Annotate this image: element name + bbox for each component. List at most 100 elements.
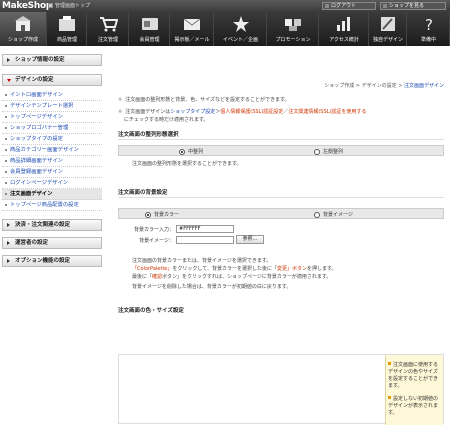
sidebar-item-4[interactable]: ショップロゴバナー管理 (2, 123, 102, 134)
nav-item-6[interactable]: イベント／企画 (215, 12, 267, 46)
color-size-side-note: 注文画面に使用するデザインの色やサイズを設定することができます。 設定しない初期… (385, 355, 443, 425)
layout-section-title: 注文画面の整列形態選択 (118, 130, 444, 140)
color-size-section-title: 注文画面の色・サイズ設定 (118, 308, 184, 314)
sidebar-item-1[interactable]: イントロ画面デザイン (2, 90, 102, 101)
nav-item-label: 掲示板／メール (174, 37, 210, 43)
nav-item-label: プロモーション (275, 37, 311, 43)
layout-desc: 注文画面の整列形態を選択することができます。 (132, 161, 242, 167)
sidebar-item-9[interactable]: ログインページデザイン (2, 178, 102, 189)
board-mail-icon (182, 15, 202, 33)
sidebar-item-7[interactable]: 商品詳細画面デザイン (2, 156, 102, 167)
breadcrumb-design[interactable]: デザインの設定 (362, 83, 397, 89)
sidebar-section-3[interactable]: 決済・注文関連の設定 (2, 219, 102, 231)
stats-icon (334, 15, 354, 33)
note-2: ※ 注文画面デザインはショップタイプ設定＞個人情報保護(SSL)認証設定／注文関連… (118, 109, 367, 115)
radio-selected-icon (145, 211, 151, 218)
nav-item-label: イベント／企画 (222, 37, 258, 43)
ssl-personal-link[interactable]: 個人情報保護(SSL)認証設定 (220, 109, 283, 115)
sidebar-section-label: 決済・注文関連の設定 (15, 222, 71, 228)
radio-icon (314, 211, 320, 218)
nav-item-8[interactable]: アクセス統計 (320, 12, 369, 46)
bg-color-input[interactable]: #FFFFFF (176, 225, 234, 233)
sidebar-section-1[interactable]: ショップ情報の設定 (2, 54, 102, 66)
bg-desc-2: 「ColorPalette」をクリックして、背景カラーを選択した後に「変更」ボタ… (132, 266, 337, 272)
nav-item-label: 独自デザイン (372, 37, 403, 43)
browse-button[interactable]: 参照... (236, 235, 264, 244)
nav-item-label: アクセス統計 (329, 37, 359, 43)
bg-image-label: 背景イメージ： (139, 238, 174, 244)
chevron-down-icon (7, 79, 11, 82)
sidebar-section-2[interactable]: デザインの設定 (2, 74, 102, 86)
sidebar-item-11[interactable]: トップページ商品配置の設定 (2, 200, 102, 211)
chevron-right-icon (7, 58, 10, 62)
promotion-icon (283, 15, 303, 33)
sidebar-section-5[interactable]: オプション機能の設定 (2, 255, 102, 267)
confirm-link[interactable]: 確認 (152, 274, 162, 280)
color-palette-link[interactable]: 「ColorPalette」 (132, 266, 172, 272)
bg-radio-row: 背景カラー 背景イメージ (118, 208, 444, 219)
shop-icon (383, 4, 387, 8)
bg-image-input[interactable] (176, 236, 234, 244)
makeshop-logo[interactable]: MakeShop (2, 0, 52, 12)
note-1: ※ 注文画面の整列形態と背景、色、サイズなどを設定することができます。 (118, 97, 290, 103)
sidebar-item-6[interactable]: 商品カテゴリー画面デザイン (2, 145, 102, 156)
nav-item-label: 準備中 (420, 37, 436, 43)
color-size-panel: 注文画面に使用するデザインの色やサイズを設定することができます。 設定しない初期… (118, 354, 444, 425)
sidebar-item-10[interactable]: 注文画面デザイン (2, 189, 102, 200)
breadcrumb-current: 注文画面デザイン (403, 83, 444, 89)
home-icon (48, 3, 53, 8)
design-icon (378, 15, 398, 33)
nav-item-9[interactable]: 独自デザイン (370, 12, 407, 46)
note-marker-icon: ※ (118, 97, 123, 103)
layout-radio-row: 中整列 左側整列 (118, 145, 444, 156)
bg-color-label: 背景カラー入力： (133, 227, 174, 233)
nav-item-label: 会員管理 (139, 37, 160, 43)
nav-item-5[interactable]: 掲示板／メール (171, 12, 214, 46)
main-content: ショップ作成 > デザインの設定 > 注文画面デザイン ※ 注文画面の整列形態と背… (110, 50, 446, 425)
top-bar: MakeShop 管理画面トップ ログアウト ショップを見る (0, 0, 450, 12)
shop-create-icon (13, 15, 33, 33)
sidebar-item-3[interactable]: トップページデザイン (2, 112, 102, 123)
change-button-link[interactable]: 変更」ボタン (277, 266, 307, 272)
main-nav: ショップ作成 商品管理 注文管理 会員管理 掲示板／メール イベント／企画 プロモーション ア… (0, 12, 450, 46)
bullet-icon (388, 362, 391, 365)
event-icon (231, 15, 251, 33)
nav-item-10[interactable]: ? 準備中 (408, 12, 450, 46)
sidebar-item-5[interactable]: ショップタイプの設定 (2, 134, 102, 145)
member-icon (140, 15, 160, 33)
nav-item-7[interactable]: プロモーション (268, 12, 319, 46)
layout-left-radio[interactable]: 左側整列 (314, 148, 343, 155)
ssl-order-link[interactable]: 注文関連情報(SSL)認証を使用する (288, 109, 366, 115)
svg-text:?: ? (425, 16, 433, 33)
sidebar-item-2[interactable]: デザインテンプレート選択 (2, 101, 102, 112)
layout-center-radio[interactable]: 中整列 (179, 148, 203, 155)
bg-section-title: 注文画面の背景設定 (118, 188, 444, 198)
radio-icon (314, 148, 320, 155)
breadcrumb: ショップ作成 > デザインの設定 > 注文画面デザイン (324, 83, 444, 89)
chevron-right-icon (7, 241, 10, 245)
note-marker-icon: ※ (118, 109, 123, 115)
shop-type-link[interactable]: ショップタイプ設定 (170, 109, 215, 115)
nav-item-4[interactable]: 会員管理 (130, 12, 170, 46)
nav-item-3[interactable]: 注文管理 (88, 12, 129, 46)
logout-icon (325, 4, 329, 8)
admin-top-link[interactable]: 管理画面トップ (48, 2, 90, 10)
nav-item-2[interactable]: 商品管理 (48, 12, 87, 46)
view-shop-button[interactable]: ショップを見る (380, 2, 446, 10)
sidebar-item-8[interactable]: 会員登録画面デザイン (2, 167, 102, 178)
sidebar-section-label: オプション機能の設定 (15, 258, 71, 264)
nav-item-1[interactable]: ショップ作成 (0, 12, 47, 46)
bg-desc-1: 注文画面の背景カラーまたは、背景イメージを選択できます。 (132, 258, 272, 264)
sidebar-section-4[interactable]: 運営者の設定 (2, 237, 102, 249)
order-icon (98, 15, 119, 33)
logout-button[interactable]: ログアウト (322, 2, 376, 10)
chevron-right-icon (7, 223, 10, 227)
note-2-line2: にチェックする時だけ適用されます。 (124, 117, 209, 123)
radio-selected-icon (179, 148, 185, 155)
bg-image-radio[interactable]: 背景イメージ (314, 211, 353, 218)
breadcrumb-shop-create[interactable]: ショップ作成 (324, 83, 354, 89)
sidebar-section-label: 運営者の設定 (15, 240, 49, 246)
bg-color-radio[interactable]: 背景カラー (145, 211, 179, 218)
nav-item-label: 注文管理 (97, 37, 118, 43)
sidebar: ショップ情報の設定 デザインの設定 イントロ画面デザイン デザインテンプレート選択 トッ… (0, 50, 104, 420)
